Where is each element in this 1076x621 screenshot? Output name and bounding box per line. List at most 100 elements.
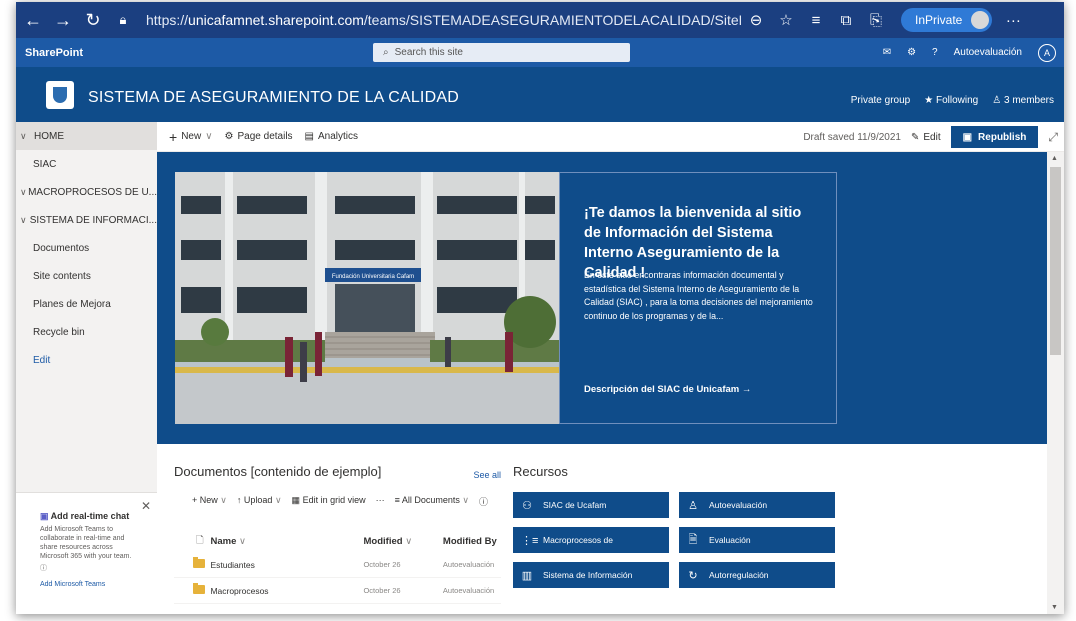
view-selector[interactable]: ≡ All Documents ∨ [395, 495, 469, 508]
analytics-button[interactable]: ▤ Analytics [305, 131, 358, 142]
following-button[interactable]: ★ Following [924, 95, 978, 106]
nav-item-home[interactable]: ∨ HOME [16, 122, 157, 150]
resource-label: Autoevaluación [709, 500, 768, 510]
help-icon[interactable]: ? [932, 47, 938, 58]
site-title[interactable]: SISTEMA DE ASEGURAMIENTO DE LA CALIDAD [88, 89, 459, 107]
resource-evaluacion-button[interactable]: 🗎︎ Evaluación [679, 527, 835, 553]
scroll-thumb[interactable] [1050, 167, 1061, 355]
documents-header-row: 🗋︎ Name ∨ Modified ∨ Modified By [174, 530, 501, 552]
hero-call-to-action[interactable]: Descripción del SIAC de Unicafam → [584, 384, 751, 395]
chevron-down-icon[interactable]: ∨ [20, 131, 34, 142]
sharepoint-brand[interactable]: SharePoint [25, 47, 83, 59]
forward-icon[interactable]: → [50, 7, 76, 33]
resource-label: Macroprocesos de [543, 535, 613, 545]
more-icon[interactable]: ··· [998, 12, 1028, 29]
search-box[interactable]: ⌕ Search this site [373, 43, 630, 62]
page-details-button[interactable]: ⚙ Page details [225, 131, 293, 142]
nav-item-label: Documentos [33, 242, 90, 254]
nav-item-macroprocesos[interactable]: ∨ MACROPROCESOS DE U... [16, 178, 157, 206]
zoom-icon[interactable]: ⊖ [741, 11, 771, 29]
feedback-icon[interactable]: ✉ [883, 47, 891, 58]
chevron-down-icon: ∨ [462, 495, 469, 505]
browser-window: ← → ↻ 🔒︎ https://unicafamnet.sharepoint.… [16, 2, 1064, 614]
republish-button[interactable]: ▣ Republish [950, 126, 1039, 148]
members-button[interactable]: ♙ 3 members [992, 95, 1054, 106]
following-label: Following [935, 95, 979, 106]
nav-item-siac[interactable]: SIAC [16, 150, 157, 178]
teams-icon: ▣ [40, 511, 51, 521]
settings-icon[interactable]: ⚙ [907, 47, 916, 58]
info-icon[interactable]: ⓘ [40, 563, 149, 573]
expand-icon[interactable]: ⤢ [1048, 130, 1058, 145]
nav-item-site-contents[interactable]: Site contents [16, 262, 157, 290]
inprivate-badge[interactable]: InPrivate [901, 8, 993, 32]
teams-chat-promo: ✕ ▣ Add real-time chat Add Microsoft Tea… [16, 492, 157, 614]
nav-item-label: MACROPROCESOS DE U... [28, 186, 157, 198]
list-icon: ≡ [394, 495, 402, 505]
upload-button[interactable]: ↑ Upload ∨ [237, 495, 282, 508]
chevron-down-icon: ∨ [220, 495, 227, 505]
plus-icon: + [192, 495, 200, 505]
back-icon[interactable]: ← [20, 7, 46, 33]
chevron-down-icon: ∨ [205, 131, 213, 142]
file-type-icon[interactable]: 🗋︎ [174, 533, 211, 549]
process-icon: ⋮≡ [521, 534, 539, 547]
hero-image[interactable]: Fundación Universitaria Cafam [175, 172, 559, 424]
nav-edit-link[interactable]: Edit [16, 346, 157, 374]
row-name[interactable]: Macroprocesos [210, 586, 363, 596]
user-name[interactable]: Autoevaluación [954, 47, 1022, 58]
column-modified[interactable]: Modified ∨ [364, 536, 443, 547]
share-icon[interactable]: ⎘ [861, 12, 891, 29]
nav-item-planes-mejora[interactable]: Planes de Mejora [16, 290, 157, 318]
table-row[interactable]: Estudiantes October 26 Autoevaluación [174, 552, 501, 578]
scroll-down-icon[interactable]: ▼ [1051, 604, 1058, 611]
collections-icon[interactable]: ⧉ [831, 12, 861, 29]
nav-item-recycle-bin[interactable]: Recycle bin [16, 318, 157, 346]
resource-siac-button[interactable]: ⚇ SIAC de Ucafam [513, 492, 669, 518]
edit-grid-button[interactable]: ▦ Edit in grid view [292, 495, 366, 508]
user-avatar[interactable]: A [1038, 43, 1056, 62]
table-row[interactable]: Macroprocesos October 26 Autoevaluación [174, 578, 501, 604]
new-button[interactable]: + New ∨ [169, 129, 213, 145]
nav-item-documentos[interactable]: Documentos [16, 234, 157, 262]
resource-sistema-informacion-button[interactable]: ▥ Sistema de Información [513, 562, 669, 588]
resource-autorregulacion-button[interactable]: ↻ Autorregulación [679, 562, 835, 588]
row-name[interactable]: Estudiantes [210, 560, 363, 570]
nav-item-label: SIAC [33, 158, 57, 170]
star-icon: ★ [924, 95, 936, 106]
resource-label: Evaluación [709, 535, 751, 545]
site-logo[interactable] [46, 81, 74, 109]
favorite-add-icon[interactable]: ☆ [771, 11, 801, 29]
resources-webpart: Recursos ⚇ SIAC de Ucafam ♙ Autoevaluación… [513, 464, 853, 588]
edit-grid-label: Edit in grid view [302, 495, 366, 505]
draft-status: Draft saved 11/9/2021 [803, 131, 901, 143]
favorites-icon[interactable]: ≡ [801, 12, 831, 29]
add-teams-link[interactable]: Add Microsoft Teams [40, 581, 149, 588]
nav-item-sistema-informacion[interactable]: ∨ SISTEMA DE INFORMACI... [16, 206, 157, 234]
see-all-link[interactable]: See all [473, 470, 501, 480]
info-icon[interactable]: ⓘ [479, 495, 488, 508]
nav-item-label: Recycle bin [33, 326, 85, 338]
column-modified-by[interactable]: Modified By [443, 536, 501, 547]
upload-icon: ↑ [236, 495, 244, 505]
nav-item-label: HOME [34, 130, 64, 142]
plus-icon: + [169, 128, 178, 145]
docs-new-button[interactable]: + New ∨ [192, 495, 227, 508]
more-options-button[interactable]: ··· [376, 495, 385, 508]
close-icon[interactable]: ✕ [141, 499, 151, 513]
network-icon: ⚇ [522, 499, 532, 512]
row-modified-by: Autoevaluación [442, 586, 495, 595]
site-meta: Private group ★ Following ♙ 3 members [851, 95, 1054, 106]
chevron-down-icon[interactable]: ∨ [20, 215, 30, 226]
nav-item-label: SISTEMA DE INFORMACI... [29, 214, 157, 226]
scroll-up-icon[interactable]: ▲ [1051, 155, 1058, 162]
address-bar[interactable]: https://unicafamnet.sharepoint.com/teams… [146, 12, 741, 28]
page-scrollbar[interactable]: ▲ ▼ [1047, 152, 1064, 614]
resource-macroprocesos-button[interactable]: ⋮≡ Macroprocesos de [513, 527, 669, 553]
refresh-icon[interactable]: ↻ [80, 7, 106, 33]
column-name[interactable]: Name ∨ [211, 536, 364, 547]
row-modified: October 26 [363, 586, 401, 595]
edit-button[interactable]: ✎ Edit [911, 132, 941, 143]
resource-autoevaluacion-button[interactable]: ♙ Autoevaluación [679, 492, 835, 518]
chevron-down-icon[interactable]: ∨ [20, 187, 28, 198]
